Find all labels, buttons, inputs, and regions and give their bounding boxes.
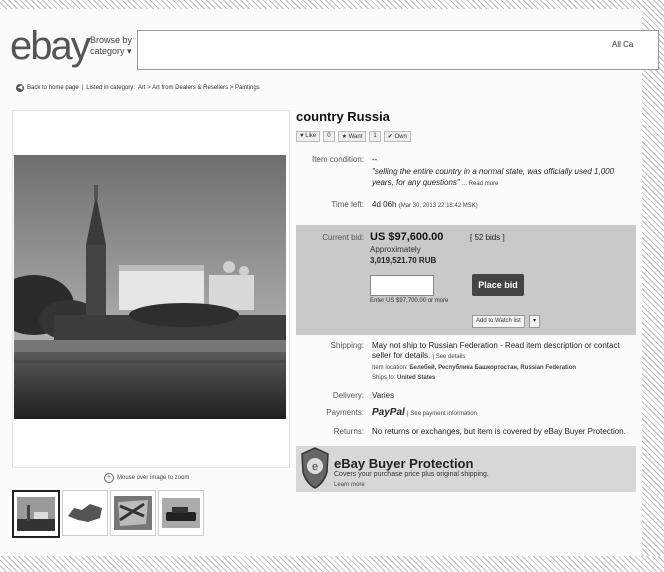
category-path-link[interactable]: Art > Art from Dealers & Resellers > Pai… (138, 85, 260, 91)
like-label: Like (305, 133, 317, 139)
browse-by-category[interactable]: Browse by category ▾ (90, 35, 132, 57)
breadcrumb: ◀ Back to home page | Listed in category… (16, 84, 260, 92)
browse-line1: Browse by (90, 35, 133, 45)
main-item-photo[interactable] (14, 155, 286, 419)
returns-label: Returns: (333, 427, 364, 436)
torn-edge-right (642, 0, 664, 572)
delivery-label: Delivery: (332, 391, 364, 400)
protection-title: eBay Buyer Protection (334, 456, 474, 471)
item-location-value: Белебей, Республика Башкортостан, Russia… (409, 365, 577, 371)
ships-to-label: Ships to: (372, 375, 396, 381)
payment-info-link[interactable]: | See payment information (407, 411, 477, 417)
condition-label: Item condition: (311, 155, 364, 164)
current-bid-label: Current bid: (322, 233, 364, 242)
search-category-select[interactable]: All Ca (612, 40, 633, 49)
time-left-value: 4d 06h (372, 200, 397, 209)
shipping-label: Shipping: (330, 341, 364, 350)
zoom-hint: + Mouse over image to zoom (104, 473, 189, 483)
time-left: 4d 06h (Mar 30, 2013 22:18:42 MSK) (372, 200, 478, 209)
own-label: Own (394, 134, 407, 140)
browse-line2: category ▾ (90, 46, 132, 56)
learn-more-link[interactable]: Learn more (334, 482, 365, 488)
kremlin-thumb-icon (17, 497, 55, 531)
current-bid-price: US $97,600.00 (370, 231, 444, 243)
condition-quote: "selling the entire country in a normal … (372, 166, 634, 190)
map-thumb-icon (68, 504, 102, 522)
social-buttons: ♥ Like 0 ★ Want 1 ✔ Own (296, 131, 411, 142)
listed-in-label: Listed in category: (86, 85, 135, 91)
back-to-home-link[interactable]: Back to home page (27, 85, 79, 91)
torn-edge-bottom (0, 556, 664, 572)
ebay-logo[interactable]: ebay (10, 24, 91, 69)
shipping-value: May not ship to Russian Federation - Rea… (372, 341, 620, 360)
thumbnail-kremlin[interactable] (12, 490, 60, 538)
torn-edge-top (0, 0, 664, 9)
like-count: 0 (323, 131, 335, 142)
car-thumb-icon (162, 498, 200, 528)
time-left-detail: (Mar 30, 2013 22:18:42 MSK) (398, 203, 478, 209)
bid-hint: Enter US $97,700.00 or more (370, 298, 449, 304)
search-input[interactable] (137, 30, 659, 70)
delivery-value: Varies (372, 391, 395, 400)
want-count: 1 (369, 131, 381, 142)
protection-subtitle: Covers your purchase price plus original… (334, 471, 489, 478)
ships-to: Ships to: United States (372, 375, 435, 381)
thumbnail-map[interactable] (62, 490, 108, 536)
read-more-link[interactable]: ... Read more (462, 181, 498, 187)
time-left-label: Time left: (331, 200, 364, 209)
watch-list-dropdown[interactable]: ▾ (529, 315, 540, 328)
magnifier-icon: + (104, 473, 114, 483)
shipping-info: May not ship to Russian Federation - Rea… (372, 341, 634, 362)
thumbnail-flag[interactable] (110, 490, 156, 536)
condition-value: -- (372, 155, 378, 164)
approx-label: Approximately (370, 245, 421, 254)
thumbnail-car[interactable] (158, 490, 204, 536)
item-title: country Russia (296, 109, 390, 124)
place-bid-button[interactable]: Place bid (472, 274, 524, 296)
payments-info: PayPal | See payment information (372, 407, 477, 418)
add-to-watch-list-button[interactable]: Add to Watch list (472, 315, 525, 328)
bid-count-link[interactable]: [ 52 bids ] (470, 233, 505, 242)
shield-letter: e (312, 461, 318, 473)
approx-rub: 3,019,521.70 RUB (370, 256, 437, 265)
paypal-logo: PayPal (372, 407, 405, 418)
want-label: Want (348, 134, 363, 140)
see-details-link[interactable]: | See details (432, 354, 465, 360)
bid-amount-input[interactable] (370, 275, 434, 296)
item-location: Item location: Белебей, Республика Башко… (372, 365, 576, 371)
item-location-label: Item location: (372, 365, 408, 371)
shield-icon: e (301, 447, 329, 489)
returns-value: No returns or exchanges, but item is cov… (372, 427, 626, 436)
zoom-hint-text: Mouse over image to zoom (117, 475, 190, 481)
back-arrow-icon[interactable]: ◀ (16, 84, 24, 92)
like-button[interactable]: ♥ Like (296, 131, 321, 142)
thumbnail-strip (12, 490, 204, 538)
want-button[interactable]: ★ Want (337, 131, 367, 142)
breadcrumb-separator: | (81, 85, 84, 91)
payments-label: Payments: (326, 408, 364, 417)
flag-thumb-icon (114, 496, 152, 530)
own-button[interactable]: ✔ Own (383, 131, 411, 142)
ships-to-value: United States (397, 375, 436, 381)
